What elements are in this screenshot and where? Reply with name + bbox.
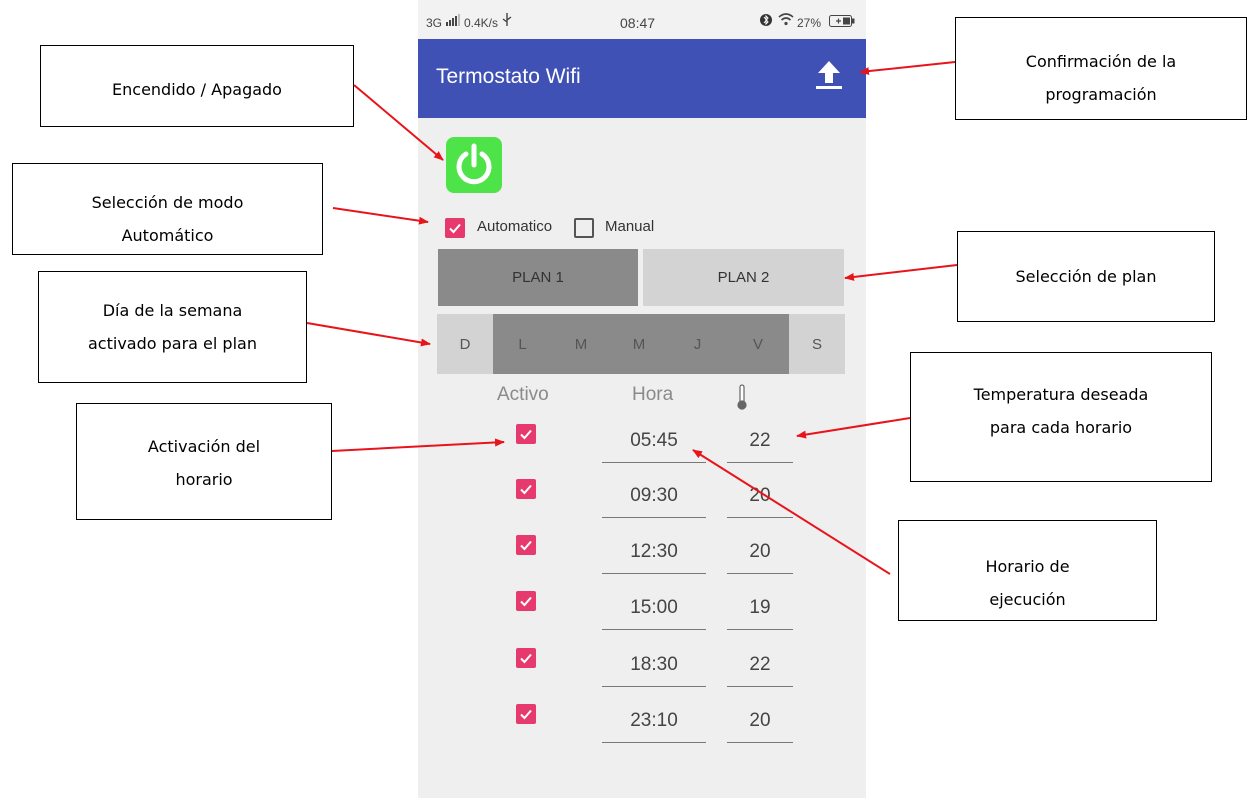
annotation-activacion: Activación del horario — [76, 403, 332, 520]
day-button-v[interactable]: V — [727, 314, 789, 374]
schedule-temp-field[interactable]: 20 — [727, 541, 793, 574]
schedule-temp-field[interactable]: 22 — [727, 654, 793, 687]
day-label: S — [811, 335, 822, 353]
schedule-active-checkbox[interactable] — [516, 479, 536, 499]
check-icon — [520, 709, 532, 720]
schedule-time-field[interactable]: 09:30 — [602, 485, 706, 518]
schedule-row: 23:10 20 — [418, 704, 866, 754]
automatico-checkbox[interactable] — [445, 218, 465, 238]
annotation-line: ejecución — [989, 590, 1066, 609]
wifi-icon — [778, 13, 794, 29]
annotation-temperatura: Temperatura deseada para cada horario — [910, 352, 1212, 482]
plan-1-button[interactable]: PLAN 1 — [438, 249, 638, 306]
thermometer-icon — [737, 384, 747, 415]
power-button[interactable] — [446, 137, 502, 193]
schedule-time-field[interactable]: 12:30 — [602, 541, 706, 574]
plan-selector: PLAN 1 PLAN 2 — [438, 249, 844, 306]
network-type: 3G — [426, 16, 443, 30]
check-icon — [520, 596, 532, 607]
day-button-m2[interactable]: M — [610, 314, 668, 374]
battery-icon — [829, 15, 855, 30]
day-label: J — [693, 335, 702, 353]
annotation-line: Temperatura deseada — [973, 385, 1149, 404]
weekday-selector: D L M M J V S — [437, 314, 845, 374]
power-icon — [456, 143, 492, 185]
arrow-confirmacion — [859, 61, 956, 76]
day-button-s[interactable]: S — [789, 314, 845, 374]
day-label: M — [574, 335, 588, 353]
check-icon — [520, 653, 532, 664]
annotation-line: Activación del — [147, 437, 261, 456]
bluetooth-icon — [760, 13, 772, 30]
annotation-line: programación — [1045, 85, 1157, 104]
schedule-row: 15:00 19 — [418, 591, 866, 641]
clock: 08:47 — [620, 15, 656, 31]
annotation-line: Selección de modo — [91, 193, 244, 212]
header-activo: Activo — [497, 384, 549, 405]
check-icon — [449, 223, 461, 234]
annotation-plan: Selección de plan — [957, 231, 1215, 322]
annotation-dia: Día de la semana activado para el plan — [38, 271, 307, 383]
arrow-modo — [332, 207, 429, 225]
schedule-row: 12:30 20 — [418, 535, 866, 585]
schedule-time-field[interactable]: 15:00 — [602, 597, 706, 630]
schedule-temp-field[interactable]: 20 — [727, 710, 793, 743]
app-title: Termostato Wifi — [436, 65, 581, 88]
signal-icon — [446, 14, 460, 29]
schedule-row: 09:30 20 — [418, 479, 866, 529]
annotation-confirmacion: Confirmación de la programación — [955, 17, 1247, 120]
schedule-active-checkbox[interactable] — [516, 535, 536, 555]
schedule-active-checkbox[interactable] — [516, 648, 536, 668]
schedule-time-field[interactable]: 18:30 — [602, 654, 706, 687]
schedule-active-checkbox[interactable] — [516, 704, 536, 724]
header-hora: Hora — [632, 384, 674, 405]
annotation-line: Selección de plan — [1015, 267, 1157, 286]
annotation-line: activado para el plan — [88, 334, 257, 353]
battery-percent: 27% — [797, 16, 822, 30]
schedule-time-field[interactable]: 05:45 — [602, 430, 706, 463]
automatico-label: Automatico — [477, 218, 553, 235]
manual-checkbox[interactable] — [574, 218, 594, 238]
annotation-modo: Selección de modo Automático — [12, 163, 323, 255]
arrow-dia — [306, 322, 431, 347]
day-label: M — [632, 335, 646, 353]
check-icon — [520, 429, 532, 440]
schedule-temp-field[interactable]: 22 — [727, 430, 793, 463]
schedule-temp-field[interactable]: 20 — [727, 485, 793, 518]
day-label: D — [459, 335, 471, 353]
usb-icon — [502, 13, 512, 30]
check-icon — [520, 540, 532, 551]
check-icon — [520, 484, 532, 495]
plan-label: PLAN 1 — [512, 269, 564, 286]
annotation-line: Horario de — [985, 557, 1070, 576]
day-button-m1[interactable]: M — [552, 314, 610, 374]
annotation-line: Día de la semana — [102, 301, 243, 320]
manual-label: Manual — [605, 218, 655, 235]
annotation-line: Automático — [121, 226, 214, 245]
annotation-encendido: Encendido / Apagado — [40, 45, 354, 127]
schedule-active-checkbox[interactable] — [516, 591, 536, 611]
schedule-active-checkbox[interactable] — [516, 424, 536, 444]
schedule-time-field[interactable]: 23:10 — [602, 710, 706, 743]
plan-label: PLAN 2 — [717, 269, 770, 286]
app-bar: Termostato Wifi — [418, 39, 866, 118]
annotation-line: horario — [175, 470, 233, 489]
day-label: V — [752, 335, 763, 353]
day-button-j[interactable]: J — [668, 314, 727, 374]
schedule-row: 05:45 22 — [418, 424, 866, 474]
schedule-row: 18:30 22 — [418, 648, 866, 698]
annotation-line: Confirmación de la — [1025, 52, 1177, 71]
day-label: L — [518, 335, 527, 353]
plan-2-button[interactable]: PLAN 2 — [643, 249, 844, 306]
network-speed: 0.4K/s — [464, 16, 499, 30]
annotation-line: para cada horario — [989, 418, 1133, 437]
day-button-d[interactable]: D — [437, 314, 493, 374]
upload-icon[interactable] — [812, 57, 846, 96]
annotation-ejecucion: Horario de ejecución — [898, 520, 1157, 621]
schedule-temp-field[interactable]: 19 — [727, 597, 793, 630]
annotation-line: Encendido / Apagado — [112, 80, 282, 99]
status-bar: 3G 0.4K/s 08:47 27% — [418, 0, 866, 39]
phone-screen: 3G 0.4K/s 08:47 27% Termostato Wifi Auto… — [418, 0, 866, 798]
day-button-l[interactable]: L — [493, 314, 552, 374]
